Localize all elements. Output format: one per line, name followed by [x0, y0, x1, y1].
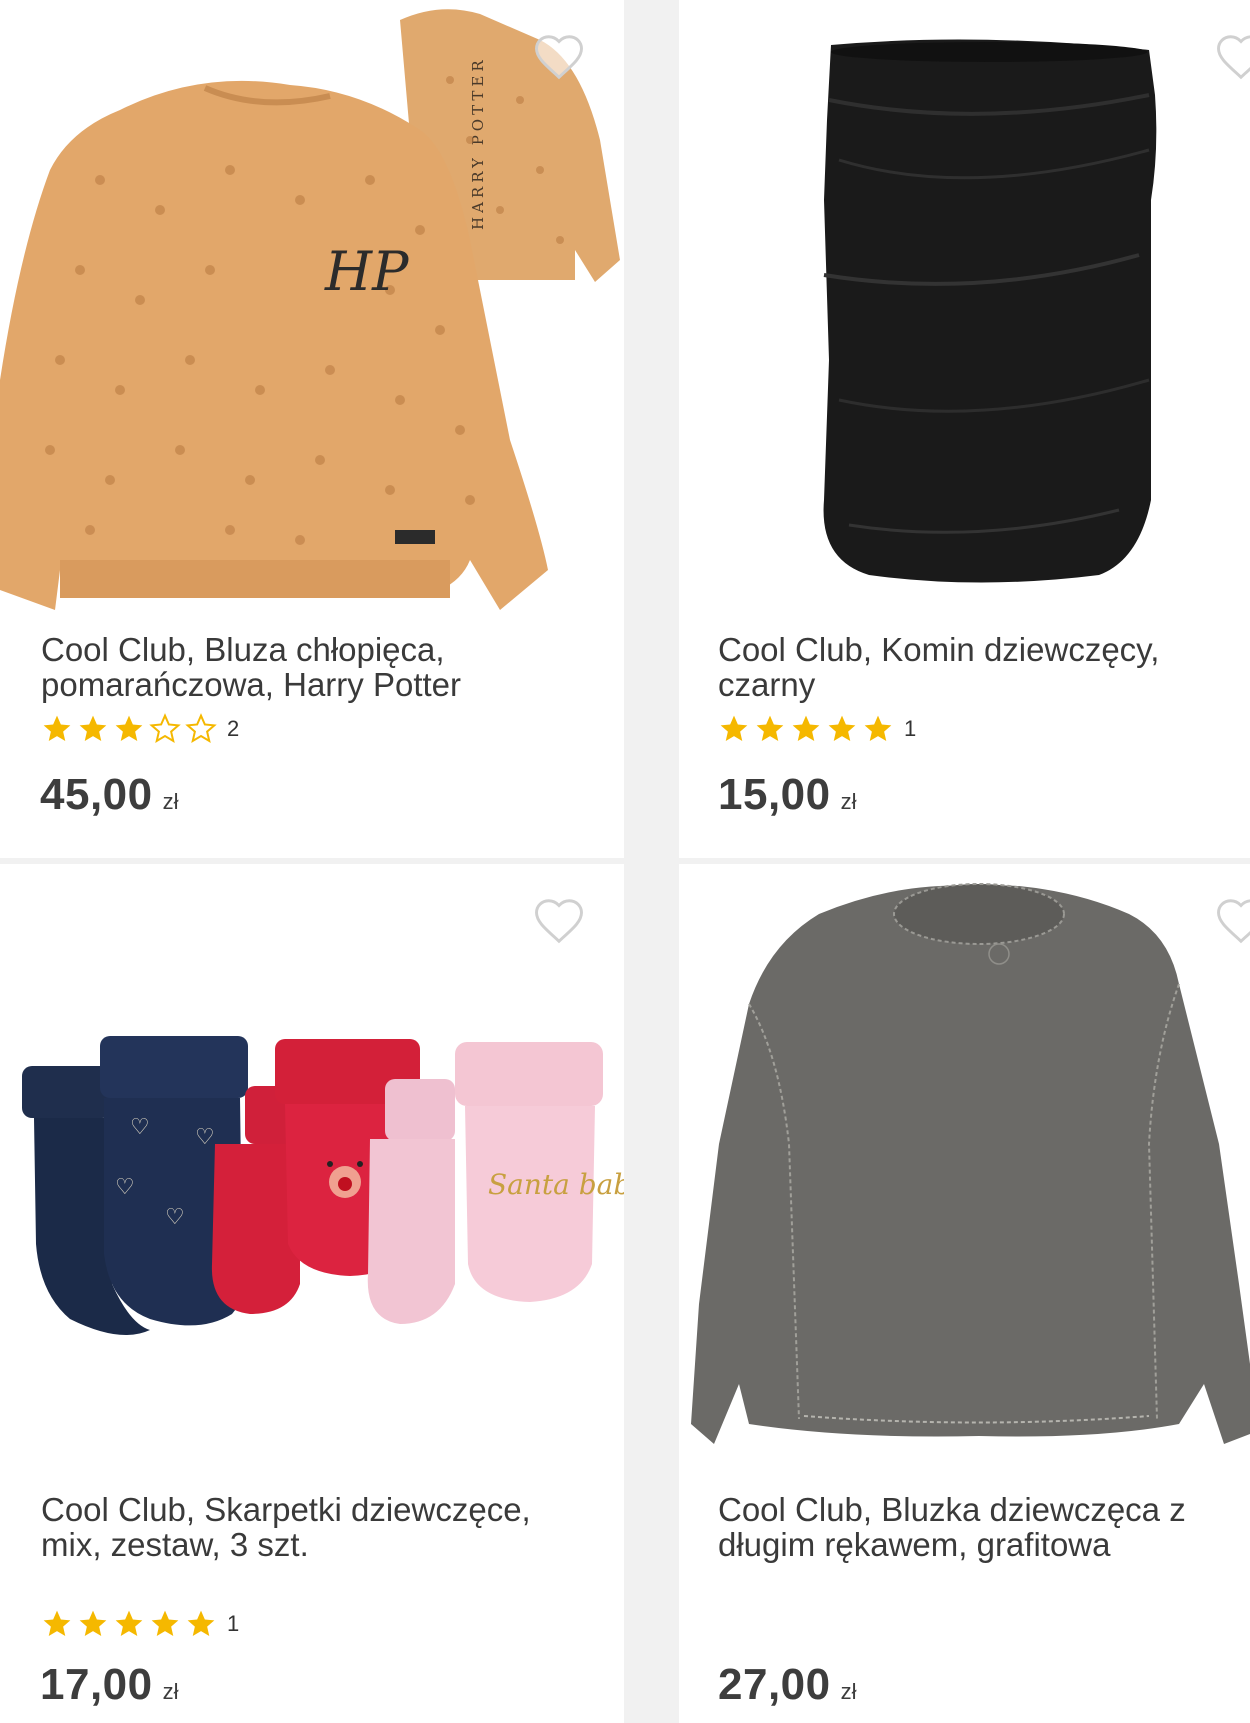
- star-filled-icon: [79, 1610, 107, 1636]
- price-value: 15,00: [718, 770, 831, 819]
- star-filled-icon: [792, 715, 820, 741]
- star-filled-icon: [115, 1610, 143, 1636]
- svg-text:♡: ♡: [195, 1125, 215, 1150]
- product-title[interactable]: Cool Club, Bluza chłopięca, pomarańczowa…: [41, 632, 581, 702]
- price: 45,00 zł: [40, 770, 179, 820]
- rating: 2: [41, 712, 239, 746]
- price-value: 27,00: [718, 1660, 831, 1709]
- price: 17,00 zł: [40, 1660, 179, 1710]
- rating-count: 2: [227, 716, 240, 741]
- favorite-heart-icon[interactable]: [532, 894, 586, 948]
- product-image[interactable]: [679, 864, 1250, 1484]
- product-title-line: Cool Club, Komin dziewczęcy,: [718, 631, 1160, 668]
- rating-count: 1: [904, 716, 917, 741]
- rating: 1: [718, 712, 916, 746]
- price-currency: zł: [162, 789, 179, 814]
- star-filled-icon: [151, 1610, 179, 1636]
- product-title-line: Cool Club, Skarpetki dziewczęce,: [41, 1491, 531, 1528]
- rating: 1: [41, 1607, 239, 1641]
- product-title[interactable]: Cool Club, Skarpetki dziewczęce, mix, ze…: [41, 1492, 581, 1562]
- product-title-line: pomarańczowa, Harry Potter: [41, 666, 461, 703]
- star-filled-icon: [828, 715, 856, 741]
- star-empty-icon: [149, 713, 181, 744]
- product-title-line: Cool Club, Bluzka dziewczęca z: [718, 1491, 1186, 1528]
- price-value: 45,00: [40, 770, 153, 819]
- star-filled-icon: [720, 715, 748, 741]
- product-title-line: Cool Club, Bluza chłopięca,: [41, 631, 445, 668]
- price: 15,00 zł: [718, 770, 857, 820]
- product-title[interactable]: Cool Club, Bluzka dziewczęca z długim rę…: [718, 1492, 1238, 1562]
- product-title-line: mix, zestaw, 3 szt.: [41, 1526, 309, 1563]
- price: 27,00 zł: [718, 1660, 857, 1710]
- black-snood-image: [823, 39, 1157, 583]
- favorite-heart-icon[interactable]: [1214, 894, 1250, 948]
- star-filled-icon: [79, 715, 107, 741]
- hp-logo: HP: [324, 240, 410, 303]
- grey-longsleeve-image: [691, 883, 1250, 1444]
- product-image[interactable]: [679, 0, 1250, 620]
- product-image[interactable]: ♡ ♡ ♡ ♡ Santa baby: [0, 864, 624, 1484]
- svg-text:♡: ♡: [130, 1115, 150, 1140]
- star-filled-icon: [187, 1610, 215, 1636]
- price-currency: zł: [840, 789, 857, 814]
- product-image[interactable]: HARRY POTTER HP: [0, 0, 624, 620]
- price-currency: zł: [840, 1679, 857, 1704]
- star-filled-icon: [756, 715, 784, 741]
- svg-text:♡: ♡: [115, 1175, 135, 1200]
- product-card[interactable]: ♡ ♡ ♡ ♡ Santa baby Cool Club, Skarpetki dz…: [0, 864, 624, 1723]
- star-empty-icon: [185, 713, 217, 744]
- product-card[interactable]: Cool Club, Komin dziewczęcy, czarny 1 15…: [679, 0, 1250, 858]
- product-card[interactable]: Cool Club, Bluzka dziewczęca z długim rę…: [679, 864, 1250, 1723]
- price-currency: zł: [162, 1679, 179, 1704]
- price-value: 17,00: [40, 1660, 153, 1709]
- star-filled-icon: [115, 715, 143, 741]
- santa-baby-print: Santa baby: [488, 1168, 624, 1201]
- star-filled-icon: [864, 715, 892, 741]
- rating-count: 1: [227, 1611, 240, 1636]
- star-filled-icon: [43, 715, 71, 741]
- favorite-heart-icon[interactable]: [532, 30, 586, 84]
- product-card[interactable]: HARRY POTTER HP Cool Club, Bluza chłopię…: [0, 0, 624, 858]
- product-title-line: czarny: [718, 666, 816, 703]
- orange-sweatshirt-image: HARRY POTTER HP: [0, 9, 620, 611]
- favorite-heart-icon[interactable]: [1214, 30, 1250, 84]
- product-title[interactable]: Cool Club, Komin dziewczęcy, czarny: [718, 632, 1238, 702]
- socks-set-image: ♡ ♡ ♡ ♡ Santa baby: [22, 1036, 624, 1336]
- product-title-line: długim rękawem, grafitowa: [718, 1526, 1111, 1563]
- svg-text:♡: ♡: [165, 1205, 185, 1230]
- star-filled-icon: [43, 1610, 71, 1636]
